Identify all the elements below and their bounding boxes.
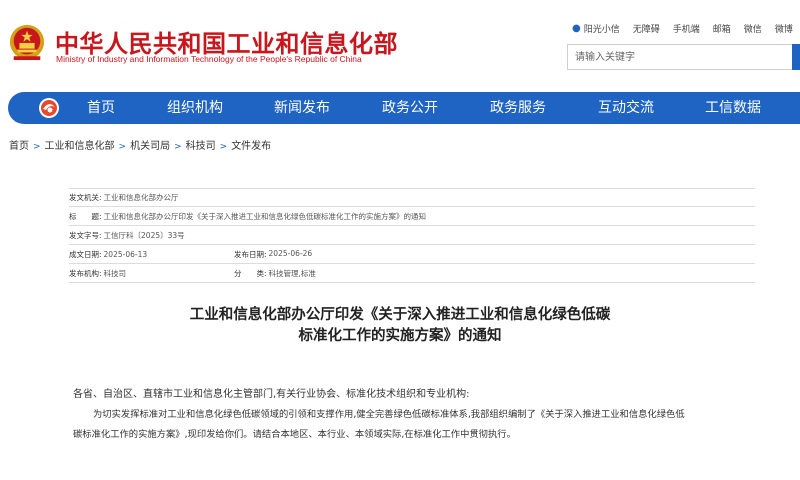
meta-value-created: 2025-06-13 (103, 249, 148, 259)
top-link-wechat[interactable]: 微信 (744, 22, 762, 35)
meta-value-published: 2025-06-26 (268, 248, 313, 258)
meta-label: 发文字号: (69, 230, 102, 240)
search-button[interactable] (792, 44, 800, 70)
document-paragraph-line1: 为切实发挥标准对工业和信息化绿色低碳领域的引领和支撑作用,健全完善绿色低碳标准体… (93, 409, 685, 420)
nav-item-organization[interactable]: 组织机构 (167, 92, 223, 124)
nav-item-home[interactable]: 首页 (87, 92, 115, 124)
top-link-weibo[interactable]: 微博 (775, 22, 793, 35)
ministry-logo-icon (39, 98, 59, 118)
breadcrumb: 首页 > 工业和信息化部 > 机关司局 > 科技司 > 文件发布 (9, 137, 271, 152)
meta-value-org: 科技司 (103, 268, 127, 278)
site-header: 中华人民共和国工业和信息化部 Ministry of Industry and … (0, 0, 800, 92)
document-title: 工业和信息化部办公厅印发《关于深入推进工业和信息化绿色低碳 标准化工作的实施方案… (0, 305, 800, 347)
nav-item-gov-affairs[interactable]: 政务公开 (382, 92, 438, 124)
document-meta-table: 发文机关: 工业和信息化部办公厅 标 题: 工业和信息化部办公厅印发《关于深入推… (69, 188, 755, 283)
document-title-line2: 标准化工作的实施方案》的通知 (298, 328, 502, 344)
meta-value-category: 科技管理,标准 (268, 268, 316, 278)
meta-label: 发布机构: (69, 268, 102, 278)
main-nav: 首页 组织机构 新闻发布 政务公开 政务服务 互动交流 工信数据 (8, 92, 800, 124)
document-addressee: 各省、自治区、直辖市工业和信息化主管部门,有关行业协会、标准化技术组织和专业机构… (73, 389, 470, 400)
meta-value-title: 工业和信息化部办公厅印发《关于深入推进工业和信息化绿色低碳标准化工作的实施方案》… (103, 211, 427, 221)
nav-item-data[interactable]: 工信数据 (705, 92, 761, 124)
breadcrumb-sci-tech[interactable]: 科技司 (186, 141, 216, 152)
meta-row-docnum: 发文字号: 工信厅科〔2025〕33号 (69, 226, 755, 245)
meta-row-issuer: 发文机关: 工业和信息化部办公厅 (69, 188, 755, 207)
chevron-right-icon: > (174, 142, 182, 152)
breadcrumb-documents[interactable]: 文件发布 (231, 141, 271, 152)
search-input[interactable] (568, 45, 778, 70)
meta-label: 发布日期: (234, 249, 267, 259)
top-link-accessibility[interactable]: 无障碍 (633, 22, 660, 35)
microphone-icon: ● (572, 22, 581, 34)
chevron-right-icon: > (118, 142, 127, 152)
meta-row-org: 发布机构: 科技司 分 类: 科技管理,标准 (69, 264, 755, 283)
chevron-right-icon: > (219, 142, 228, 152)
national-emblem-icon (9, 24, 45, 61)
meta-published: 发布日期: 2025-06-26 (234, 249, 312, 260)
nav-item-news[interactable]: 新闻发布 (274, 92, 330, 124)
document-title-line1: 工业和信息化部办公厅印发《关于深入推进工业和信息化绿色低碳 (189, 307, 611, 323)
meta-value-issuer: 工业和信息化部办公厅 (103, 193, 179, 202)
top-links: ● 阳光小信 无障碍 手机端 邮箱 微信 微博 (572, 21, 800, 35)
document-body: 各省、自治区、直辖市工业和信息化主管部门,有关行业协会、标准化技术组织和专业机构… (73, 385, 759, 445)
top-link-email[interactable]: 邮箱 (713, 22, 731, 35)
breadcrumb-home[interactable]: 首页 (9, 141, 29, 152)
search-box (567, 44, 800, 70)
document-paragraph-line2: 碳标准化工作的实施方案》,现印发给你们。请结合本地区、本行业、本领域实际,在标准… (73, 429, 516, 440)
meta-row-dates: 成文日期: 2025-06-13 发布日期: 2025-06-26 (69, 245, 755, 264)
chevron-right-icon: > (33, 142, 41, 152)
top-link-sunshine[interactable]: 阳光小信 (584, 22, 620, 35)
nav-item-interaction[interactable]: 互动交流 (598, 92, 654, 124)
meta-label: 标 题: (69, 211, 102, 221)
breadcrumb-bureaus[interactable]: 机关司局 (130, 141, 170, 152)
meta-category: 分 类: 科技管理,标准 (234, 268, 316, 279)
top-link-mobile[interactable]: 手机端 (673, 22, 700, 35)
meta-label: 分 类: (234, 268, 267, 278)
meta-label: 发文机关: (69, 193, 102, 202)
nav-item-gov-services[interactable]: 政务服务 (490, 92, 546, 124)
site-subtitle: Ministry of Industry and Information Tec… (56, 54, 362, 64)
breadcrumb-ministry[interactable]: 工业和信息化部 (45, 141, 115, 152)
meta-label: 成文日期: (69, 249, 102, 259)
meta-value-docnum: 工信厅科〔2025〕33号 (103, 230, 185, 240)
meta-row-title: 标 题: 工业和信息化部办公厅印发《关于深入推进工业和信息化绿色低碳标准化工作的… (69, 207, 755, 226)
